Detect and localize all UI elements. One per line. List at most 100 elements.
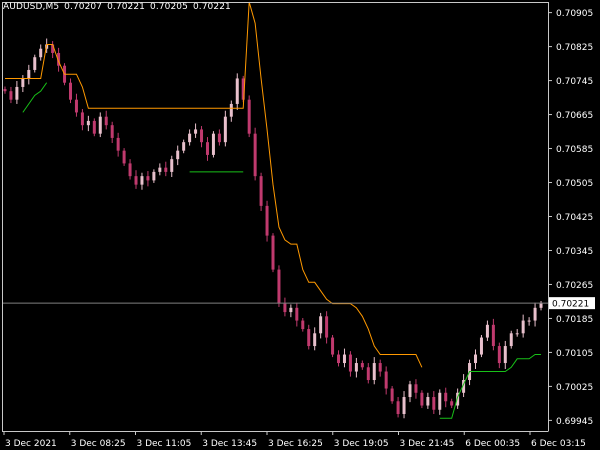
candle-body <box>313 333 317 347</box>
candle <box>402 391 406 419</box>
candle-body <box>384 371 388 389</box>
y-tick-label: 0.70505 <box>556 179 593 189</box>
candle <box>420 390 424 409</box>
candle-body <box>319 316 323 334</box>
candle <box>509 330 513 349</box>
x-tick-label: 3 Dec 08:25 <box>71 439 126 449</box>
candle <box>426 392 430 409</box>
candle-body <box>104 116 108 126</box>
candle-body <box>474 354 478 364</box>
candle-body <box>354 363 358 372</box>
candle-body <box>485 324 489 338</box>
candle <box>390 385 394 404</box>
candle-body <box>289 307 293 313</box>
candle-body <box>342 354 346 364</box>
axis-layer <box>2 2 549 432</box>
candle <box>21 75 25 93</box>
candle-body <box>426 397 430 406</box>
candle <box>200 126 204 148</box>
candle <box>33 54 37 73</box>
candle-body <box>27 69 31 79</box>
candle <box>98 112 102 138</box>
candle-body <box>491 324 495 347</box>
candle <box>372 357 376 385</box>
candle-body <box>366 367 370 381</box>
symbol-timeframe: AUDUSD,M5 <box>3 2 60 12</box>
candle <box>325 311 329 344</box>
candle-body <box>259 176 263 206</box>
candle-body <box>247 99 251 134</box>
candle-body <box>450 401 454 406</box>
candle <box>444 387 448 408</box>
candle-body <box>229 103 233 117</box>
candle <box>170 155 174 177</box>
candle <box>527 317 531 326</box>
x-tick-label: 3 Dec 21:45 <box>400 439 455 449</box>
lower-band-line <box>22 82 48 113</box>
candle <box>533 302 537 327</box>
price-chart[interactable]: 0.70221 0.709050.708250.707450.706650.70… <box>0 0 600 450</box>
candle-body <box>194 129 198 134</box>
candle-body <box>140 176 144 185</box>
candle-body <box>205 142 209 155</box>
y-tick-label: 0.70105 <box>556 349 593 359</box>
candle <box>92 118 96 137</box>
candle <box>253 127 257 181</box>
candle <box>354 357 358 378</box>
candle <box>491 318 495 351</box>
candle <box>211 131 215 158</box>
candle <box>283 297 287 317</box>
candle-body <box>122 150 126 164</box>
candle-body <box>420 392 424 406</box>
candle-body <box>390 388 394 402</box>
candle-body <box>9 91 13 100</box>
candle <box>408 380 412 403</box>
candle-body <box>211 133 215 155</box>
candle-body <box>539 303 543 308</box>
candle <box>539 301 543 311</box>
candle-body <box>348 354 352 372</box>
candle <box>110 121 114 144</box>
y-tick-label: 0.70905 <box>556 9 593 19</box>
candle-body <box>92 120 96 134</box>
candle <box>450 398 454 409</box>
lower-band-line <box>439 354 542 419</box>
candle-body <box>277 269 281 304</box>
candle-body <box>295 307 299 321</box>
candle-body <box>444 392 448 402</box>
candle-body <box>33 57 37 70</box>
candle <box>3 86 7 94</box>
indicator-layer <box>4 1 542 419</box>
chart-window[interactable]: 0.70221 0.70905 0.70825 0.70745 0.70665 0.70… <box>0 0 600 450</box>
candle-body <box>15 86 19 100</box>
candle <box>182 139 186 154</box>
candle <box>158 163 162 176</box>
candle <box>86 115 90 132</box>
candle <box>307 324 311 350</box>
bar-high: 0.70221 <box>107 2 146 12</box>
candle <box>337 350 341 367</box>
candle-body <box>271 235 275 270</box>
x-tick-label: 3 Dec 13:45 <box>202 439 257 449</box>
candle-body <box>146 176 150 181</box>
candle-body <box>503 346 507 364</box>
candle <box>128 159 132 180</box>
current-price-label: 0.70221 <box>552 300 589 310</box>
candle <box>503 340 507 369</box>
candle <box>378 359 382 377</box>
candle <box>140 172 144 190</box>
candle-body <box>283 303 287 313</box>
candle <box>265 200 269 242</box>
current-price-label-group: 0.70221 <box>549 297 595 310</box>
y-tick-label: 0.70265 <box>556 281 593 291</box>
y-tick-label: 0.70585 <box>556 145 593 155</box>
candle <box>313 327 317 351</box>
candle <box>348 351 352 377</box>
candle-body <box>98 116 102 134</box>
candle-body <box>497 346 501 364</box>
candle <box>259 172 263 211</box>
chart-info-line: AUDUSD,M5 0.70207 0.70221 0.70205 0.70221 <box>3 2 236 12</box>
candle-body <box>527 320 531 322</box>
candle-body <box>3 89 7 92</box>
candle <box>217 129 221 146</box>
